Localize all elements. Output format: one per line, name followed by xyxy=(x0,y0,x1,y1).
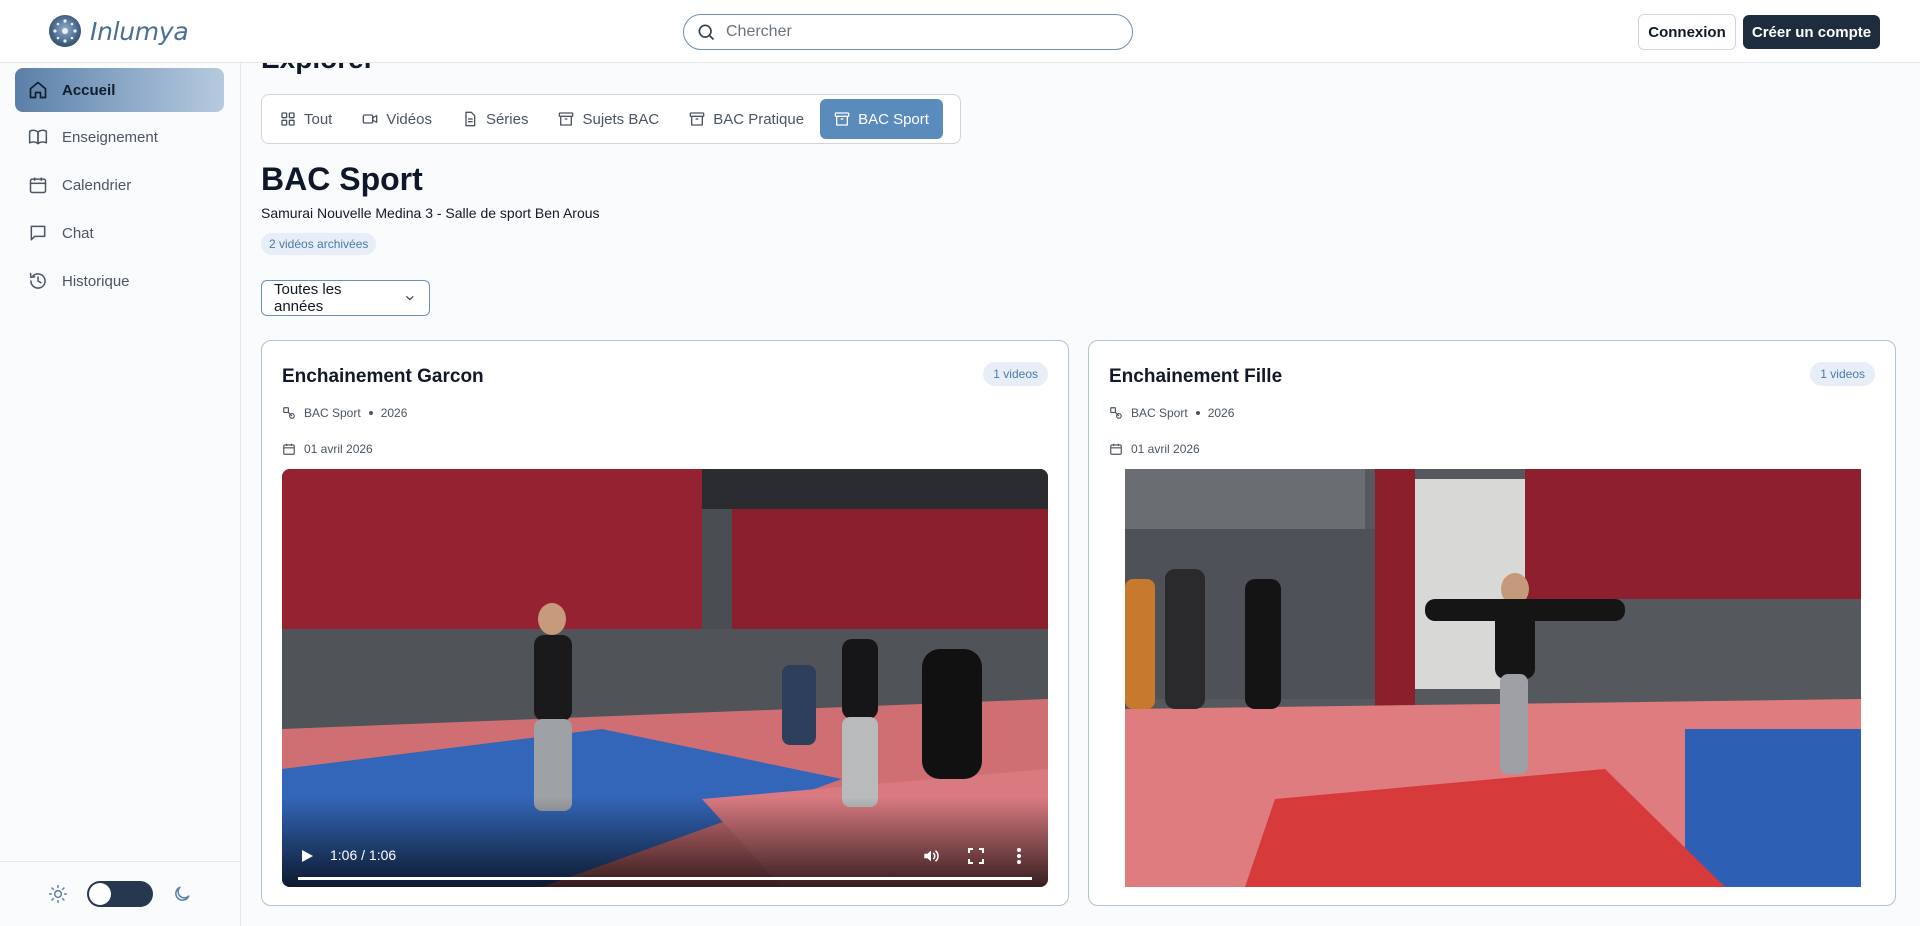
calendar-icon xyxy=(283,443,295,455)
login-button[interactable]: Connexion xyxy=(1638,14,1736,50)
card-date: 01 avril 2026 xyxy=(1131,442,1200,456)
card-title: Enchainement Garcon xyxy=(282,366,484,387)
more-options-icon[interactable] xyxy=(1016,847,1022,865)
sidebar: Accueil Enseignement Calendrier Chat His… xyxy=(0,63,241,926)
tab-label: BAC Sport xyxy=(858,110,929,128)
video-card[interactable]: Enchainement Fille 1 videos BAC Sport 20… xyxy=(1088,340,1896,906)
play-icon[interactable] xyxy=(300,849,314,863)
tab-label: Séries xyxy=(485,110,529,128)
video-time: 1:06 / 1:06 xyxy=(330,847,397,863)
year-filter-value: Toutes les années xyxy=(274,281,342,315)
toggle-knob xyxy=(89,883,111,905)
separator-dot xyxy=(368,411,373,415)
fullscreen-icon[interactable] xyxy=(968,848,984,864)
search-box[interactable] xyxy=(683,14,1133,50)
category-icon xyxy=(283,407,295,419)
sidebar-item-label: Historique xyxy=(62,272,130,290)
tab-bac-sport[interactable]: BAC Sport xyxy=(820,99,943,139)
content-tabs: Tout Vidéos Séries Sujets BAC BAC Pratiq… xyxy=(261,94,961,144)
sidebar-item-label: Accueil xyxy=(62,81,116,99)
search-input[interactable] xyxy=(726,23,1106,41)
tab-series[interactable]: Séries xyxy=(448,99,543,139)
sidebar-item-label: Enseignement xyxy=(62,128,158,146)
tab-label: Vidéos xyxy=(386,110,432,128)
archived-count-badge: 2 vidéos archivées xyxy=(261,233,377,255)
book-icon xyxy=(28,129,48,145)
sidebar-item-label: Chat xyxy=(62,224,94,242)
app-name: Inlumya xyxy=(90,16,189,46)
theme-switcher xyxy=(0,861,241,926)
tab-bac-pratique[interactable]: BAC Pratique xyxy=(675,99,818,139)
category-icon xyxy=(1110,407,1122,419)
tab-videos[interactable]: Vidéos xyxy=(348,99,446,139)
chevron-down-icon xyxy=(406,295,415,301)
video-thumbnail xyxy=(1125,469,1861,887)
card-date: 01 avril 2026 xyxy=(304,442,373,456)
video-card[interactable]: Enchainement Garcon 1 videos BAC Sport 2… xyxy=(261,340,1069,906)
main-content: Explorer Tout Vidéos Séries Sujets BAC B… xyxy=(241,63,1920,926)
archive-icon xyxy=(559,112,574,126)
card-category: BAC Sport xyxy=(1131,406,1188,420)
archive-icon xyxy=(689,112,705,126)
video-player[interactable]: 1:06 / 1:06 xyxy=(282,469,1048,887)
card-date-row: 01 avril 2026 xyxy=(1109,442,1200,456)
card-year: 2026 xyxy=(380,406,408,420)
card-meta: BAC Sport 2026 xyxy=(1109,406,1234,420)
history-icon xyxy=(29,272,46,289)
card-date-row: 01 avril 2026 xyxy=(282,442,373,456)
video-count-badge: 1 videos xyxy=(983,362,1048,386)
card-title: Enchainement Fille xyxy=(1109,366,1283,387)
calendar-icon xyxy=(29,177,47,194)
tab-tout[interactable]: Tout xyxy=(266,99,346,139)
volume-icon[interactable] xyxy=(922,847,940,865)
sun-icon xyxy=(48,884,68,904)
year-filter-select[interactable]: Toutes les années xyxy=(261,280,430,316)
card-category: BAC Sport xyxy=(304,406,361,420)
video-controls: 1:06 / 1:06 xyxy=(282,797,1048,887)
search-icon xyxy=(698,24,715,41)
sidebar-item-calendrier[interactable]: Calendrier xyxy=(15,163,224,207)
signup-button[interactable]: Créer un compte xyxy=(1743,15,1880,49)
sidebar-item-historique[interactable]: Historique xyxy=(15,259,224,303)
card-year: 2026 xyxy=(1207,406,1235,420)
logo-icon xyxy=(49,15,81,47)
document-icon xyxy=(465,111,476,127)
moon-icon xyxy=(175,886,190,901)
app-logo[interactable]: Inlumya xyxy=(48,14,189,48)
theme-toggle[interactable] xyxy=(87,881,153,907)
tab-label: Tout xyxy=(304,110,333,128)
sidebar-item-label: Calendrier xyxy=(62,176,132,194)
video-progress-bar[interactable] xyxy=(298,877,1032,880)
sidebar-item-chat[interactable]: Chat xyxy=(15,211,224,255)
card-meta: BAC Sport 2026 xyxy=(282,406,407,420)
home-icon xyxy=(29,81,47,99)
sidebar-item-accueil[interactable]: Accueil xyxy=(15,68,224,112)
video-player[interactable] xyxy=(1125,469,1861,887)
calendar-icon xyxy=(1110,443,1122,455)
tab-sujets-bac[interactable]: Sujets BAC xyxy=(544,99,673,139)
sidebar-item-enseignement[interactable]: Enseignement xyxy=(15,115,224,159)
page-title: Explorer xyxy=(261,63,375,75)
chat-icon xyxy=(30,225,46,241)
tab-label: BAC Pratique xyxy=(713,110,805,128)
section-subtitle: Samurai Nouvelle Medina 3 - Salle de spo… xyxy=(261,205,600,221)
video-icon xyxy=(363,114,378,124)
separator-dot xyxy=(1195,411,1200,415)
grid-icon xyxy=(281,112,295,126)
video-count-badge: 1 videos xyxy=(1810,362,1875,386)
top-header: Inlumya Connexion Créer un compte xyxy=(0,0,1920,63)
tab-label: Sujets BAC xyxy=(582,110,660,128)
section-title: BAC Sport xyxy=(261,161,423,197)
archive-icon xyxy=(834,112,850,126)
